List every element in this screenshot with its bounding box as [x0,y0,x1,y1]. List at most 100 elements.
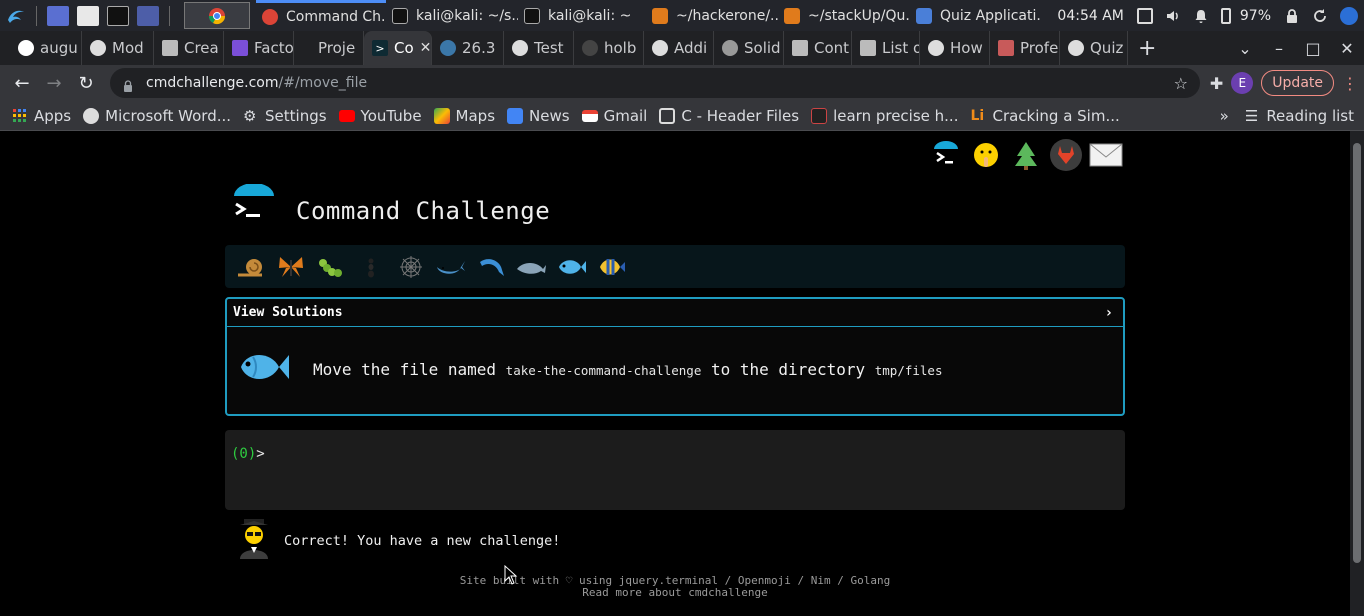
ant-icon[interactable] [351,249,391,285]
tab-label: Cont [814,39,850,57]
gitlab-icon[interactable] [1048,137,1084,173]
new-tab-button[interactable]: + [1138,36,1156,61]
bookmark-maps[interactable]: Maps [433,107,495,125]
close-window-icon[interactable]: ✕ [1330,39,1364,58]
tab-label: 26.3 [462,39,496,57]
page-scrollbar[interactable] [1350,131,1364,616]
bookmark-youtube[interactable]: YouTube [338,107,422,125]
fish-icon[interactable] [551,249,591,285]
tropical-fish-icon[interactable] [591,249,631,285]
recorder-icon[interactable] [137,5,159,26]
tab[interactable]: 26.3 [432,31,504,65]
snail-icon[interactable] [231,249,271,285]
bookmark-cracking[interactable]: Li Cracking a Sim... [970,107,1119,125]
tab-active[interactable]: > Co ✕ [364,31,432,65]
tab[interactable]: Facto [224,31,294,65]
reading-list-icon[interactable]: ☰ [1245,107,1258,125]
reload-icon[interactable]: ↻ [70,73,102,94]
task-label: ~/stackUp/Qu... [808,7,910,24]
footer-about-link[interactable]: Read more about cmdchallenge [0,587,1350,599]
bookmark-news[interactable]: News [507,107,570,125]
forward-icon[interactable]: → [38,73,70,94]
li-icon: Li [970,107,985,124]
power-icon[interactable] [1340,6,1358,25]
tab[interactable]: How [920,31,990,65]
tab[interactable]: holb [574,31,644,65]
tab[interactable]: Test [504,31,574,65]
terminal-launcher-icon[interactable] [107,5,129,26]
bookmark-settings[interactable]: ⚙ Settings [243,107,327,125]
screen-icon[interactable] [1136,7,1153,24]
bookmark-apps[interactable]: Apps [12,107,71,125]
view-solutions-label[interactable]: View Solutions [233,305,343,320]
tab[interactable]: Solid [714,31,784,65]
spider-web-icon[interactable] [391,249,431,285]
bookmark-star-icon[interactable]: ☆ [1174,74,1188,93]
maximize-icon[interactable]: □ [1296,39,1330,58]
bookmark-c-header-files[interactable]: C - Header Files [659,107,799,125]
cmd-logo-icon[interactable] [928,137,964,173]
tab[interactable]: Cont [784,31,852,65]
back-icon[interactable]: ← [6,73,38,94]
tab[interactable]: List o [852,31,920,65]
tab[interactable]: Mod [82,31,154,65]
tab[interactable]: Crea [154,31,224,65]
tree-icon[interactable] [1008,137,1044,173]
scrollbar-thumb[interactable] [1353,143,1361,563]
close-tab-icon[interactable]: ✕ [420,40,431,56]
bookmark-learn-precise[interactable]: learn precise h... [811,107,958,125]
dolphin-grey-icon[interactable] [511,249,551,285]
menu-kebab-icon[interactable]: ⋮ [1342,74,1358,93]
task-file-manager[interactable]: Quiz Applicati... [910,0,1040,31]
caterpillar-icon[interactable] [311,249,351,285]
tab[interactable]: Quiz [1060,31,1128,65]
chevron-right-icon[interactable]: › [1105,305,1113,321]
lock-icon[interactable] [1284,8,1300,24]
chrome-window-thumbnail[interactable] [184,2,250,29]
files-icon[interactable] [77,5,99,26]
bookmark-label: learn precise h... [833,106,959,125]
bookmark-gmail[interactable]: Gmail [581,107,647,125]
battery-icon[interactable] [1220,7,1231,24]
volume-icon[interactable] [1165,8,1181,24]
tab-search-icon[interactable]: ⌄ [1228,39,1262,58]
terminal-input[interactable]: (0)> [225,430,1125,510]
task-terminal-1[interactable]: kali@kali: ~/s... [386,0,518,31]
terminal-icon [392,7,408,24]
minimize-icon[interactable]: – [1262,39,1296,58]
task-terminal-2[interactable]: kali@kali: ~ [518,0,646,31]
task-label: ~/hackerone/... [676,7,778,24]
lock-icon[interactable] [122,77,134,92]
tab[interactable]: Proje [294,31,364,65]
notifications-icon[interactable] [1193,8,1209,24]
shushing-face-icon[interactable] [968,137,1004,173]
student-avatar-icon [236,517,272,565]
extensions-icon[interactable]: ✚ [1210,74,1223,93]
clock[interactable]: 04:54 AM [1057,8,1123,24]
reading-list-label[interactable]: Reading list [1266,107,1354,125]
more-bookmarks-icon[interactable]: » [1220,107,1229,125]
mail-icon[interactable] [1088,137,1124,173]
task-chrome[interactable]: Command Ch... [256,0,386,31]
tab-label: Test [534,39,564,57]
bookmark-microsoft-word[interactable]: Microsoft Word... [83,107,231,125]
sublime-icon [652,7,668,24]
kali-menu-icon[interactable] [2,2,30,30]
address-bar[interactable]: cmdchallenge.com/#/move_file ☆ [110,68,1200,98]
view-solutions-header[interactable]: View Solutions › [227,299,1123,327]
dolphin-icon[interactable] [471,249,511,285]
tab[interactable]: Profe [990,31,1060,65]
whale-icon[interactable] [431,249,471,285]
profile-avatar[interactable]: E [1231,72,1254,94]
sublime-icon [784,7,800,24]
butterfly-icon[interactable] [271,249,311,285]
bookmark-label: Settings [265,106,327,125]
tab[interactable]: augu [10,31,82,65]
mouse-cursor-icon [504,564,518,589]
refresh-icon[interactable] [1312,8,1328,24]
update-button[interactable]: Update [1261,70,1334,96]
task-sublime-1[interactable]: ~/hackerone/... [646,0,778,31]
tab[interactable]: Addi [644,31,714,65]
workspace-icon[interactable] [47,5,69,26]
task-sublime-2[interactable]: ~/stackUp/Qu... [778,0,910,31]
